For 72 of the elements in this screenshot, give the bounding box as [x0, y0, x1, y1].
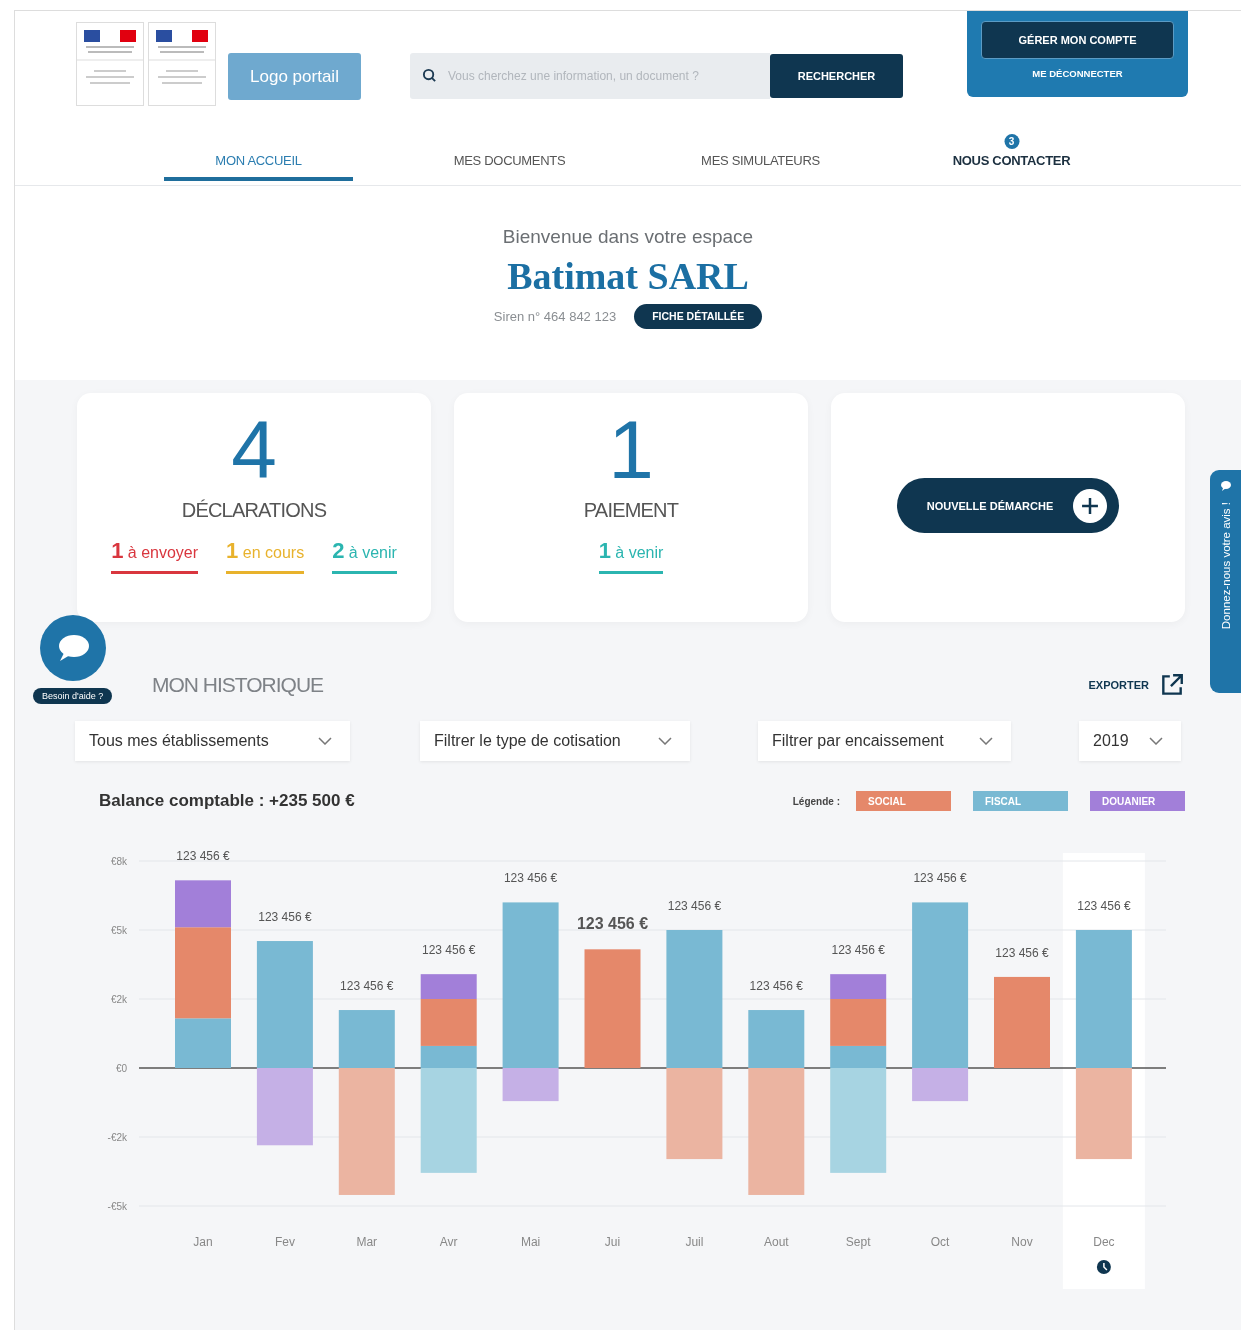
legend-item: DOUANIER [1090, 791, 1185, 811]
bar-value-label: 123 456 € [258, 910, 312, 925]
notification-badge: 3 [1004, 134, 1019, 149]
bar-value-label: 123 456 € [913, 871, 967, 886]
bar-value-label: 123 456 € [176, 849, 230, 864]
details-button[interactable]: FICHE DÉTAILLÉE [634, 303, 763, 329]
month-label: Dec [1093, 1235, 1115, 1249]
chat-button-icon[interactable] [39, 615, 106, 681]
y-axis-label: €5k [110, 925, 127, 936]
month-label: Mar [356, 1235, 378, 1249]
feedback-tab[interactable]: Donnez-nous votre avis ! [1210, 470, 1241, 693]
chevron-down-icon [318, 737, 332, 745]
welcome-text: Bienvenue dans votre espace [502, 226, 754, 248]
bar-value-label: 123 456 € [667, 899, 722, 913]
balance-total: Balance comptable : +235 500 € [99, 791, 355, 811]
bar-value-label: 123 456 € [422, 943, 476, 958]
month-label: Avr [439, 1235, 458, 1249]
summary-count: 4 [231, 409, 277, 491]
legend-item: SOCIAL [856, 791, 951, 811]
y-axis-label: -€2k [107, 1132, 127, 1143]
plus-icon [1073, 488, 1108, 523]
help-label[interactable]: Besoin d'aide ? [33, 688, 113, 704]
siren-number: Siren n° 464 842 123 [493, 308, 617, 324]
month-label: Fev [274, 1235, 295, 1249]
external-link-icon [1159, 672, 1185, 698]
search-icon [422, 68, 437, 83]
bar-value-label: 123 456 € [503, 871, 558, 886]
month-label: Mai [520, 1235, 541, 1249]
month-label: Oct [930, 1235, 950, 1249]
ministry-emblem-icon [148, 22, 216, 106]
filter-dropdown[interactable]: Filtrer par encaissement [758, 721, 1011, 761]
y-axis-label: €8k [110, 856, 127, 867]
export-link[interactable]: EXPORTER [1088, 672, 1185, 698]
month-label: Juil [685, 1235, 704, 1249]
chevron-down-icon [1149, 737, 1163, 745]
bar-value-label: 123 456 € [576, 915, 649, 933]
bar-value-label: 123 456 € [995, 945, 1049, 960]
month-label: Nov [1011, 1235, 1033, 1249]
legend-label: Légende : [792, 795, 840, 807]
month-label: Jui [604, 1235, 621, 1249]
summary-label: DÉCLARATIONS [181, 499, 327, 522]
y-axis-label: €0 [115, 1063, 127, 1074]
legend-item: FISCAL [973, 791, 1068, 811]
y-axis-label: €2k [110, 994, 127, 1005]
summary-count: 1 [608, 409, 654, 491]
month-label: Aout [763, 1235, 789, 1249]
chevron-down-icon [658, 737, 672, 745]
bar-value-label: 123 456 € [340, 979, 394, 994]
ministry-emblem-icon [76, 22, 144, 106]
status-link[interactable]: 1 à envoyer [111, 538, 199, 564]
nav-tab[interactable]: MES SIMULATEURS [666, 141, 855, 181]
bar-value-label: 123 456 € [1077, 899, 1131, 913]
search-button[interactable]: RECHERCHER [770, 54, 903, 98]
section-title: MON HISTORIQUE [152, 673, 324, 697]
filter-dropdown[interactable]: 2019 [1079, 721, 1181, 761]
company-name: Batimat SARL [507, 256, 749, 298]
clock-icon [1096, 1260, 1111, 1274]
manage-account-button[interactable]: GÉRER MON COMPTE [981, 21, 1174, 59]
speech-bubble-icon [1219, 480, 1232, 492]
chevron-down-icon [979, 737, 993, 745]
new-procedure-button[interactable]: NOUVELLE DÉMARCHE [896, 478, 1120, 533]
month-label: Jan [193, 1235, 213, 1249]
summary-label: PAIEMENT [583, 499, 679, 522]
nav-tab[interactable]: MON ACCUEIL [164, 141, 353, 181]
filter-dropdown[interactable]: Filtrer le type de cotisation [420, 721, 690, 761]
logout-link[interactable]: ME DÉCONNECTER [1032, 68, 1123, 79]
y-axis-label: -€5k [107, 1201, 127, 1212]
nav-tab[interactable]: MES DOCUMENTS [415, 141, 604, 181]
bar-value-label: 123 456 € [749, 979, 803, 994]
bar-value-label: 123 456 € [831, 943, 885, 958]
month-label: Sept [845, 1235, 871, 1249]
filter-dropdown[interactable]: Tous mes établissements [75, 721, 350, 761]
